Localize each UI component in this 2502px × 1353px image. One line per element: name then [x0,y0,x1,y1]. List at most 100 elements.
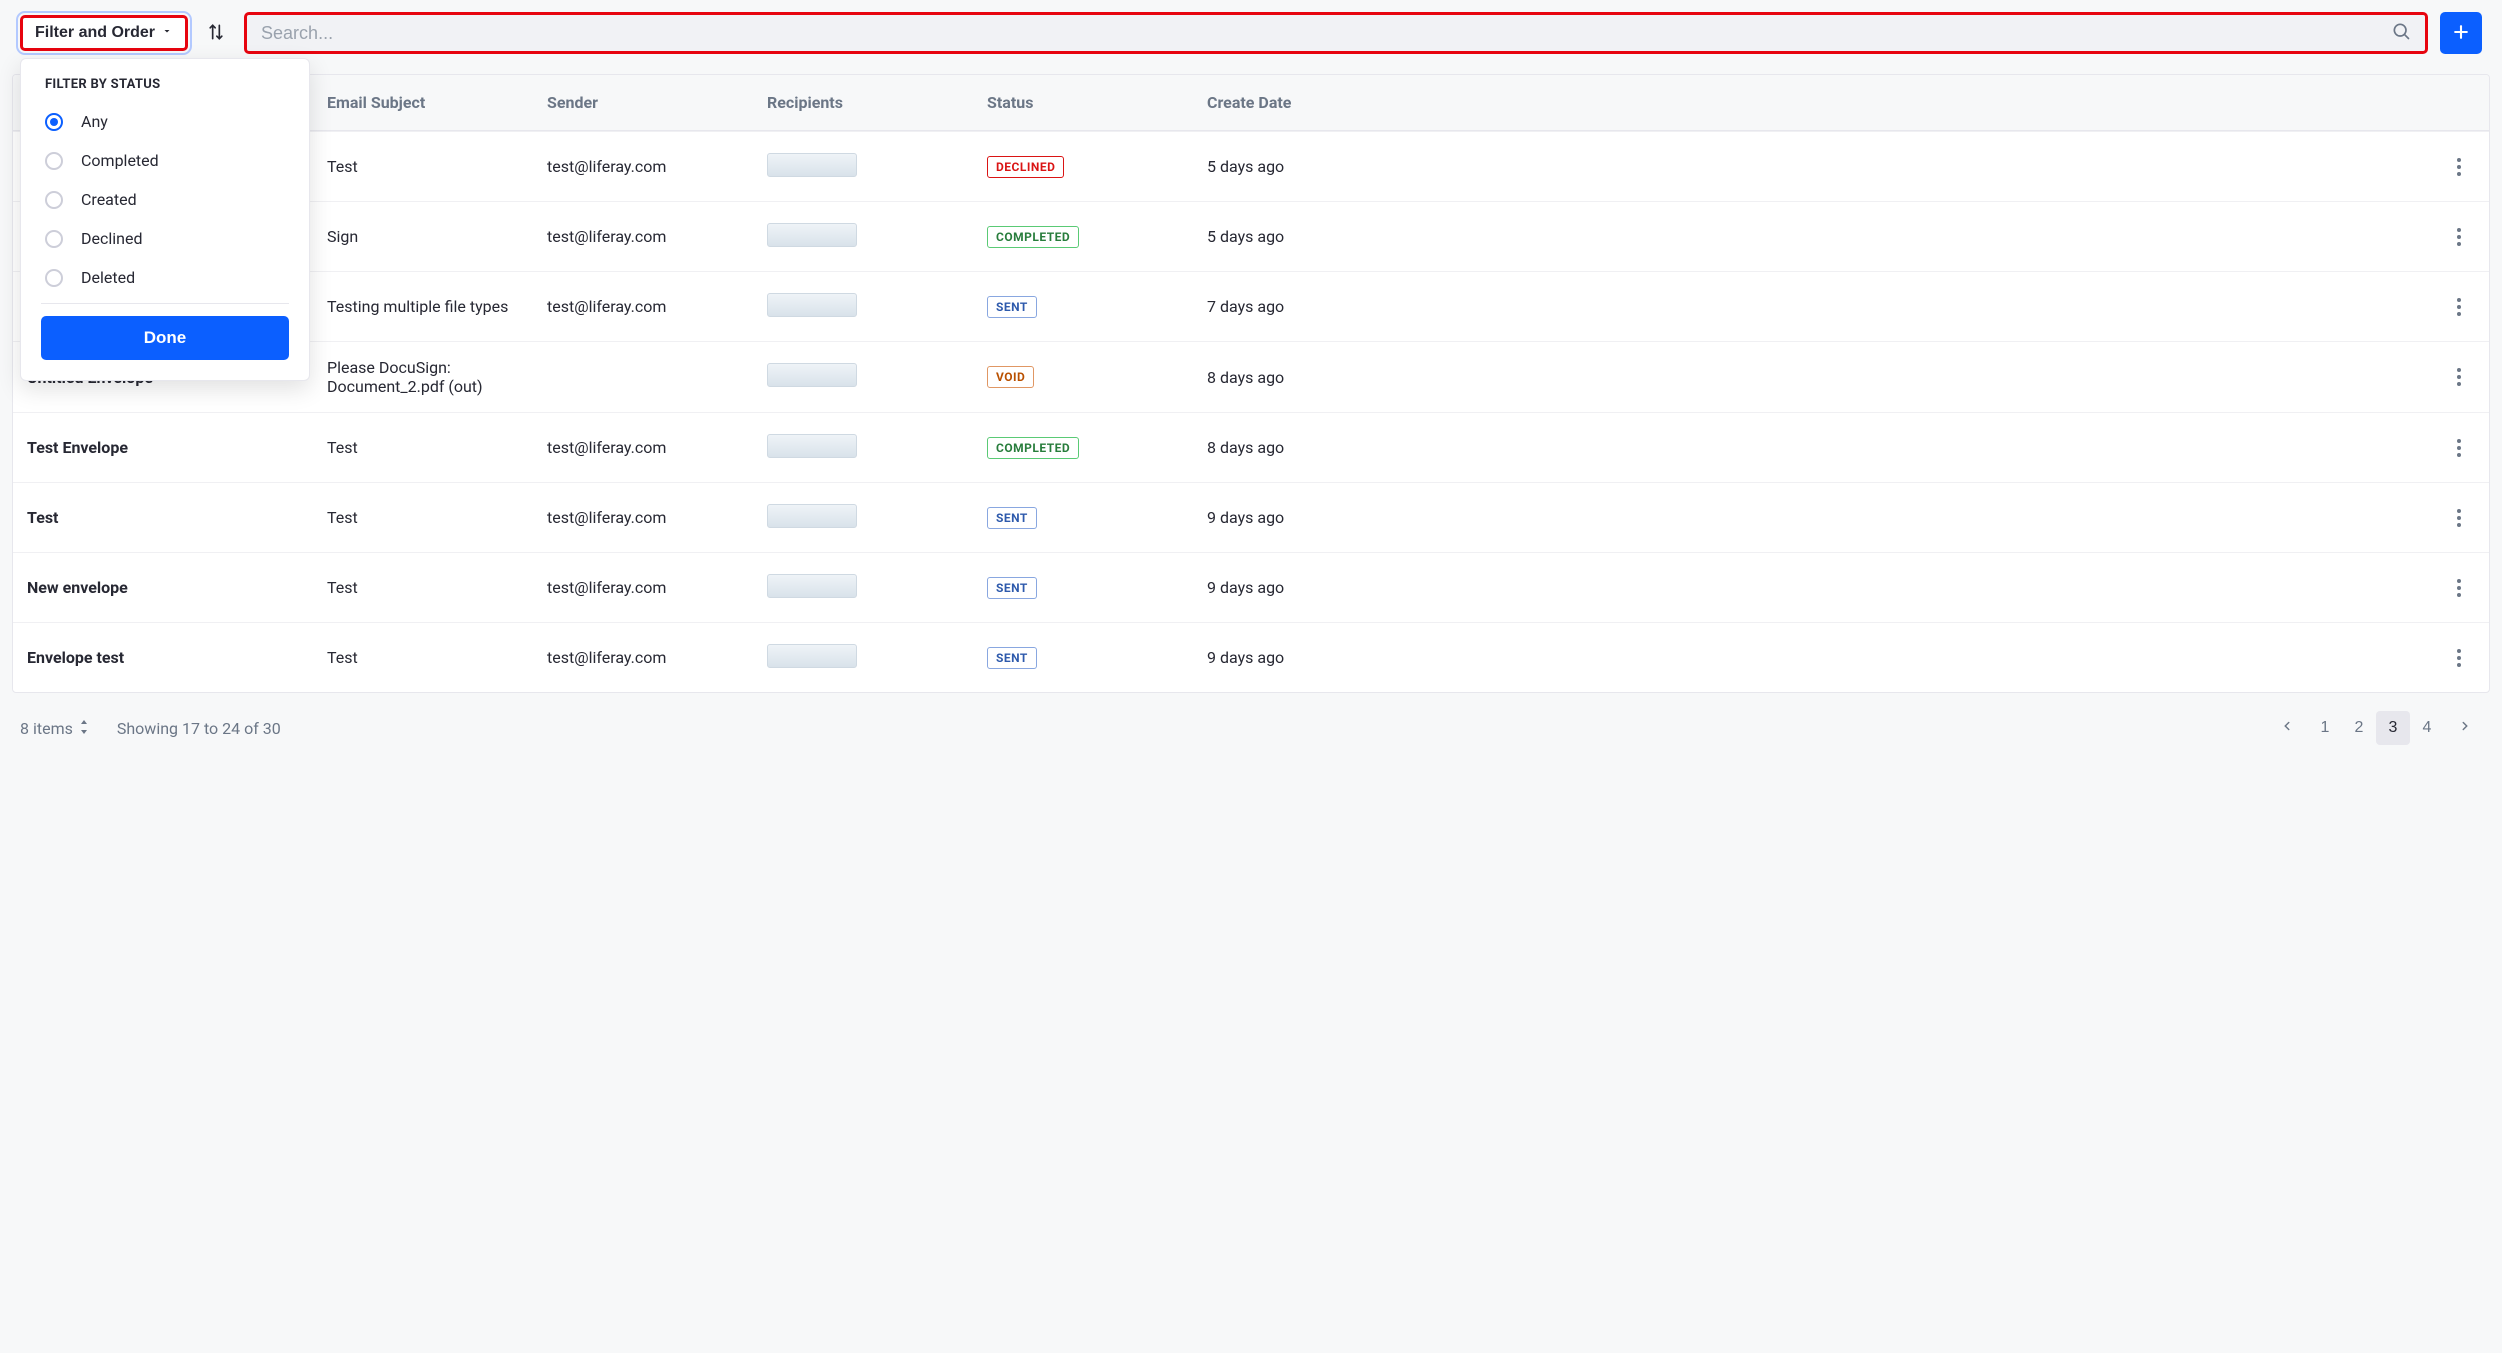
table-row[interactable]: Test EnvelopeTesttest@liferay.comCOMPLET… [13,412,2489,482]
cell-email-subject: Test [313,562,533,613]
row-actions-button[interactable] [2451,503,2467,533]
recipient-redacted [767,153,857,177]
toolbar: Filter and Order [0,0,2502,66]
search-icon [2391,21,2411,45]
filter-option-label: Any [81,112,108,131]
filter-option-any[interactable]: Any [21,102,309,141]
cell-create-date: 5 days ago [1193,211,2429,262]
filter-option-label: Declined [81,229,142,248]
cell-create-date: 8 days ago [1193,422,2429,473]
filter-done-button[interactable]: Done [41,316,289,360]
page-button-1[interactable]: 1 [2308,711,2342,745]
cell-recipients [753,347,973,407]
row-actions-button[interactable] [2451,152,2467,182]
cell-status: SENT [973,561,1193,615]
cell-name: Envelope test [13,632,313,683]
table-header-row: Email Subject Sender Recipients Status C… [13,75,2489,131]
cell-sender: test@liferay.com [533,281,753,332]
filter-option-label: Created [81,190,137,209]
filter-option-completed[interactable]: Completed [21,141,309,180]
kebab-icon [2457,228,2461,246]
table-row[interactable]: Untitled EnvelopePlease DocuSign: Docume… [13,341,2489,412]
recipient-redacted [767,434,857,458]
cell-actions [2429,206,2489,268]
col-email-subject: Email Subject [313,75,533,130]
cell-create-date: 9 days ago [1193,632,2429,683]
sort-arrows-icon [206,22,226,45]
caret-down-icon [161,24,173,42]
cell-email-subject: Please DocuSign: Document_2.pdf (out) [313,342,533,412]
search-input[interactable] [261,23,2391,44]
envelopes-table: Email Subject Sender Recipients Status C… [12,74,2490,693]
cell-sender: test@liferay.com [533,562,753,613]
col-status: Status [973,75,1193,130]
row-actions-button[interactable] [2451,222,2467,252]
radio-icon [45,113,63,131]
cell-status: SENT [973,280,1193,334]
page-next-button[interactable] [2448,711,2482,745]
row-actions-button[interactable] [2451,433,2467,463]
filter-order-label: Filter and Order [35,24,155,42]
filter-option-created[interactable]: Created [21,180,309,219]
table-row[interactable]: Envelope testTesttest@liferay.comSENT9 d… [13,622,2489,692]
filter-option-declined[interactable]: Declined [21,219,309,258]
cell-actions [2429,136,2489,198]
cell-create-date: 9 days ago [1193,562,2429,613]
kebab-icon [2457,509,2461,527]
page-button-2[interactable]: 2 [2342,711,2376,745]
cell-status: COMPLETED [973,210,1193,264]
kebab-icon [2457,298,2461,316]
filter-order-button[interactable]: Filter and Order [20,15,188,51]
col-sender: Sender [533,75,753,130]
kebab-icon [2457,579,2461,597]
cell-recipients [753,488,973,548]
status-badge: VOID [987,366,1034,388]
cell-email-subject: Sign [313,211,533,262]
recipient-redacted [767,293,857,317]
kebab-icon [2457,439,2461,457]
page-button-3[interactable]: 3 [2376,711,2410,745]
sort-direction-button[interactable] [200,16,232,51]
table-row[interactable]: Signtest@liferay.comCOMPLETED5 days ago [13,201,2489,271]
cell-recipients [753,628,973,688]
search-field[interactable] [244,12,2428,54]
filter-option-deleted[interactable]: Deleted [21,258,309,297]
recipient-redacted [767,363,857,387]
cell-email-subject: Test [313,492,533,543]
radio-icon [45,230,63,248]
chevron-left-icon [2280,719,2294,738]
table-row[interactable]: TestTesttest@liferay.comSENT9 days ago [13,482,2489,552]
col-actions [2429,75,2489,130]
status-badge: COMPLETED [987,437,1079,459]
row-actions-button[interactable] [2451,362,2467,392]
cell-create-date: 8 days ago [1193,352,2429,403]
table-row[interactable]: New envelopeTesttest@liferay.comSENT9 da… [13,552,2489,622]
page-prev-button[interactable] [2270,711,2304,745]
col-create-date: Create Date [1193,75,2429,130]
cell-name: Test [13,492,313,543]
pagination-bar: 8 items Showing 17 to 24 of 30 1234 [0,693,2502,773]
col-recipients: Recipients [753,75,973,130]
cell-email-subject: Test [313,141,533,192]
row-actions-button[interactable] [2451,643,2467,673]
items-per-page-select[interactable]: 8 items [20,719,89,738]
table-row[interactable]: Testing multiple file typestest@liferay.… [13,271,2489,341]
page-button-4[interactable]: 4 [2410,711,2444,745]
radio-icon [45,269,63,287]
filter-dropdown-header: FILTER BY STATUS [21,71,309,102]
add-button[interactable] [2440,12,2482,54]
cell-status: VOID [973,350,1193,404]
cell-status: COMPLETED [973,421,1193,475]
cell-name: Test Envelope [13,422,313,473]
radio-icon [45,152,63,170]
cell-actions [2429,417,2489,479]
status-badge: COMPLETED [987,226,1079,248]
cell-actions [2429,627,2489,689]
kebab-icon [2457,158,2461,176]
row-actions-button[interactable] [2451,573,2467,603]
table-row[interactable]: Testtest@liferay.comDECLINED5 days ago [13,131,2489,201]
cell-recipients [753,137,973,197]
status-badge: DECLINED [987,156,1064,178]
recipient-redacted [767,574,857,598]
row-actions-button[interactable] [2451,292,2467,322]
